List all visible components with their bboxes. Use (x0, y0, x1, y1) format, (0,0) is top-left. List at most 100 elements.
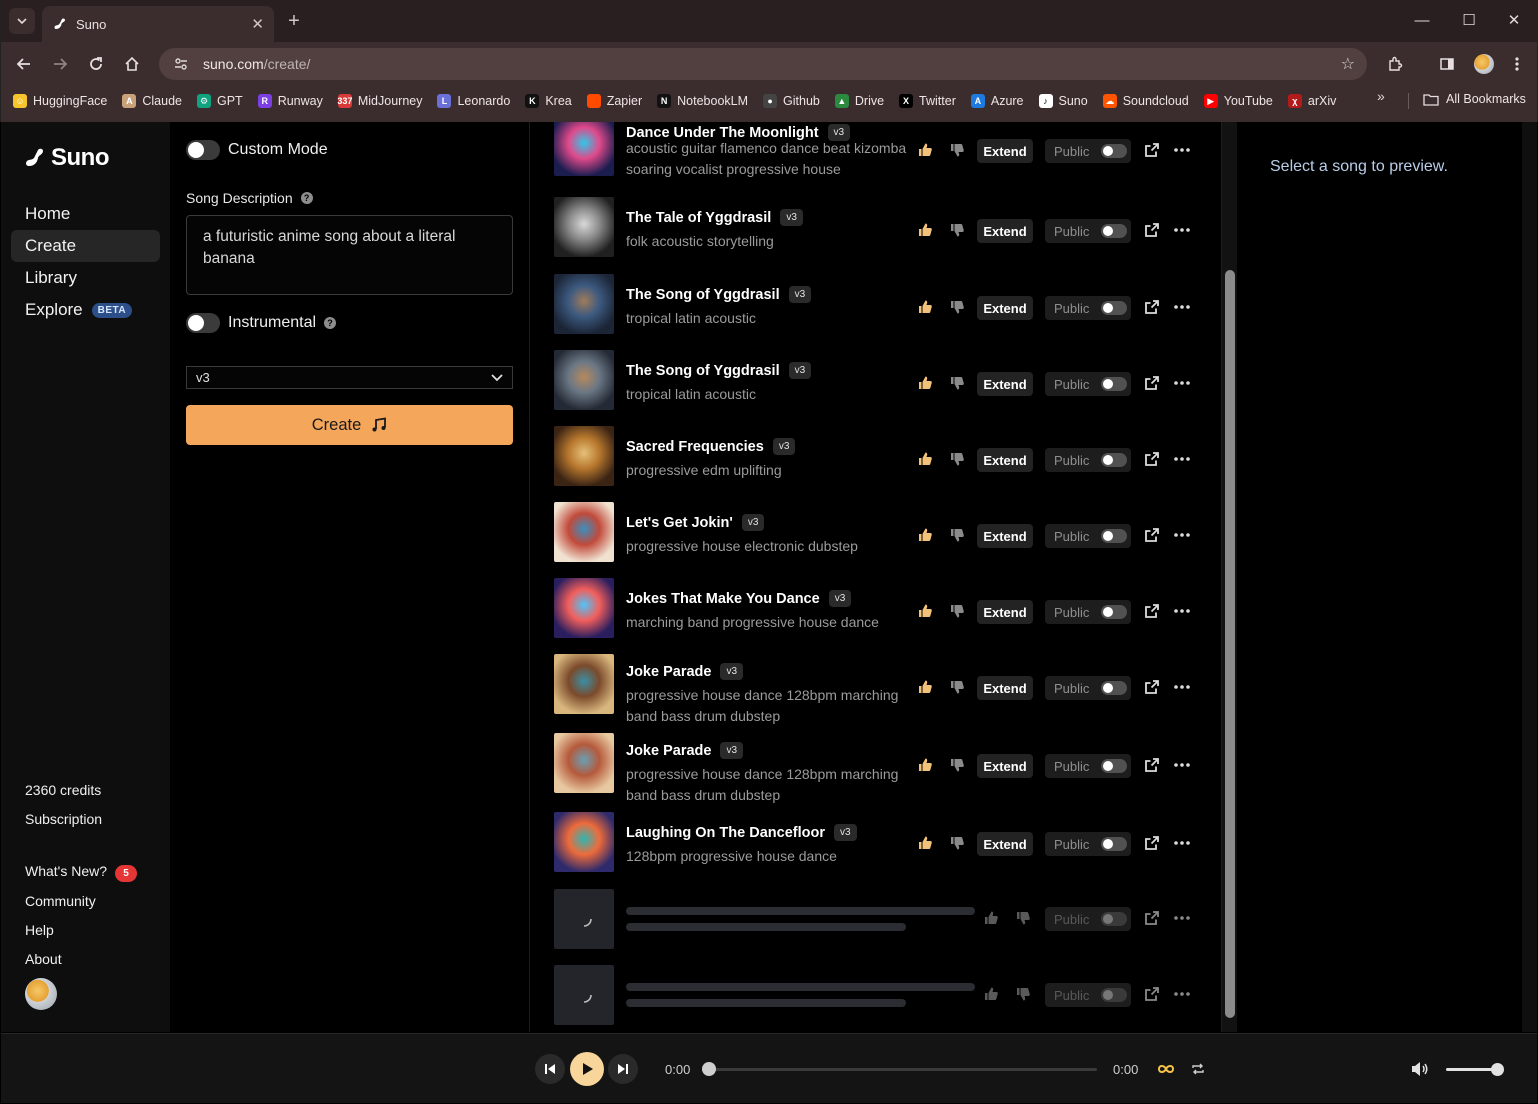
share-button[interactable] (1141, 219, 1163, 241)
song-row[interactable]: Dance Under The Moonlight v3 acoustic guit… (554, 122, 1214, 186)
extend-button[interactable]: Extend (977, 219, 1033, 243)
help-link[interactable]: Help (25, 922, 54, 938)
song-title[interactable]: Let's Get Jokin' v3 (626, 514, 765, 531)
play-button[interactable] (570, 1052, 604, 1086)
volume-button[interactable] (1409, 1058, 1431, 1080)
progress-track[interactable] (709, 1068, 1097, 1071)
extend-button[interactable]: Extend (977, 372, 1033, 396)
bookmark-claude[interactable]: A Claude (122, 94, 182, 108)
share-button[interactable] (1141, 372, 1163, 394)
nav-library[interactable]: Library (11, 262, 160, 294)
share-button[interactable] (1141, 676, 1163, 698)
bookmark-midjourney[interactable]: 337 MidJourney (337, 94, 422, 108)
song-cover-art[interactable] (554, 274, 614, 334)
share-button[interactable] (1141, 139, 1163, 161)
like-button[interactable] (914, 219, 936, 241)
public-toggle[interactable]: Public (1045, 296, 1131, 320)
public-toggle[interactable]: Public (1045, 524, 1131, 548)
song-title[interactable]: The Song of Yggdrasil v3 (626, 362, 812, 379)
like-button[interactable] (914, 676, 936, 698)
back-icon[interactable] (10, 50, 38, 78)
bookmark-twitter[interactable]: X Twitter (899, 94, 956, 108)
song-cover-art[interactable] (554, 733, 614, 793)
like-button[interactable] (914, 448, 936, 470)
song-row[interactable]: Joke Parade v3 progressive house dance 128… (554, 654, 1214, 724)
help-icon[interactable]: ? (300, 192, 313, 204)
bookmark-arxiv[interactable]: χ arXiv (1287, 94, 1336, 108)
bookmark-notebooklm[interactable]: N NotebookLM (657, 94, 748, 108)
song-title[interactable]: Jokes That Make You Dance v3 (626, 590, 852, 607)
song-row[interactable]: Sacred Frequencies v3 progressive edm upli… (554, 426, 1214, 496)
bookmark-drive[interactable]: ▲ Drive (834, 94, 884, 108)
share-button[interactable] (1141, 524, 1163, 546)
share-button[interactable] (1141, 832, 1163, 854)
public-toggle[interactable]: Public (1045, 139, 1131, 163)
create-button[interactable]: Create (186, 405, 513, 445)
bookmark-star-icon[interactable]: ☆ (1341, 54, 1355, 74)
song-cover-art[interactable] (554, 350, 614, 410)
progress-knob[interactable] (702, 1062, 716, 1076)
volume-knob[interactable] (1491, 1063, 1504, 1076)
song-cover-art[interactable] (554, 426, 614, 486)
public-switch[interactable] (1101, 837, 1128, 851)
public-toggle[interactable]: Public (1045, 219, 1131, 243)
public-toggle[interactable]: Public (1045, 600, 1131, 624)
dislike-button[interactable] (946, 524, 968, 546)
close-window-icon[interactable]: ✕ (1499, 8, 1529, 32)
bookmark-krea[interactable]: K Krea (525, 94, 572, 108)
more-options-button[interactable] (1171, 219, 1193, 241)
repeat-button[interactable] (1187, 1058, 1209, 1080)
dislike-button[interactable] (946, 676, 968, 698)
public-switch[interactable] (1101, 144, 1128, 158)
site-info-icon[interactable] (171, 54, 191, 74)
public-switch[interactable] (1101, 377, 1128, 391)
song-row[interactable]: The Tale of Yggdrasil v3 folk acoustic sto… (554, 197, 1214, 267)
user-avatar[interactable] (25, 978, 57, 1010)
previous-track-button[interactable] (535, 1054, 565, 1084)
extend-button[interactable]: Extend (977, 296, 1033, 320)
maximize-icon[interactable]: ☐ (1454, 8, 1484, 32)
more-options-button[interactable] (1171, 524, 1193, 546)
new-tab-button[interactable]: + (283, 10, 305, 32)
like-button[interactable] (914, 296, 936, 318)
song-cover-art[interactable] (554, 122, 614, 176)
extend-button[interactable]: Extend (977, 524, 1033, 548)
more-options-button[interactable] (1171, 832, 1193, 854)
side-panel-icon[interactable] (1433, 50, 1461, 78)
public-switch[interactable] (1101, 988, 1128, 1002)
dislike-button[interactable] (946, 600, 968, 622)
dislike-button[interactable] (1012, 907, 1034, 929)
like-button[interactable] (914, 600, 936, 622)
public-switch[interactable] (1101, 605, 1128, 619)
model-version-select[interactable]: v3 (186, 366, 513, 389)
page-scrollbar[interactable] (1522, 122, 1537, 1032)
public-toggle[interactable]: Public (1045, 754, 1131, 778)
song-row[interactable]: Jokes That Make You Dance v3 marching band… (554, 578, 1214, 648)
dislike-button[interactable] (1012, 983, 1034, 1005)
tab-search-button[interactable] (9, 8, 35, 34)
bookmark-youtube[interactable]: ▶ YouTube (1203, 94, 1273, 108)
close-tab-icon[interactable]: ✕ (251, 15, 264, 33)
public-toggle[interactable]: Public (1045, 907, 1131, 931)
whats-new-link[interactable]: What's New? 5 (25, 863, 138, 882)
song-title[interactable]: Joke Parade v3 (626, 663, 744, 680)
all-bookmarks-folder[interactable]: All Bookmarks (1423, 92, 1526, 106)
extend-button[interactable]: Extend (977, 139, 1033, 163)
about-link[interactable]: About (25, 951, 62, 967)
bookmark-zapier[interactable]: Zapier (586, 94, 642, 108)
public-toggle[interactable]: Public (1045, 983, 1131, 1007)
extend-button[interactable]: Extend (977, 600, 1033, 624)
public-toggle[interactable]: Public (1045, 832, 1131, 856)
song-row[interactable]: The Song of Yggdrasil v3 tropical latin ac… (554, 274, 1214, 344)
browser-tab[interactable]: Suno ✕ (42, 6, 274, 42)
more-options-button[interactable] (1171, 754, 1193, 776)
like-button[interactable] (914, 832, 936, 854)
song-row[interactable]: Joke Parade v3 progressive house dance 128… (554, 733, 1214, 803)
public-toggle[interactable]: Public (1045, 372, 1131, 396)
public-toggle[interactable]: Public (1045, 676, 1131, 700)
loop-infinite-button[interactable] (1155, 1058, 1177, 1080)
share-button[interactable] (1141, 907, 1163, 929)
extend-button[interactable]: Extend (977, 676, 1033, 700)
like-button[interactable] (980, 983, 1002, 1005)
community-link[interactable]: Community (25, 893, 96, 909)
